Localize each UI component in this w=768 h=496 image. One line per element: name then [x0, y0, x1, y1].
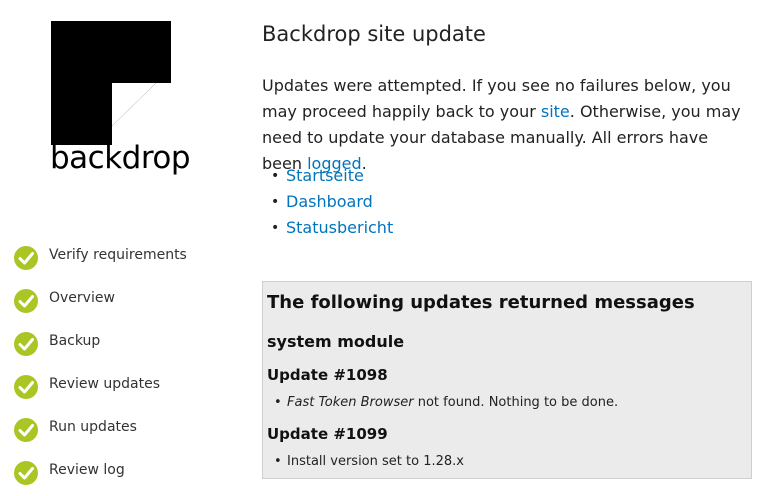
- step-label: Overview: [49, 290, 115, 306]
- update-message: Install version set to 1.28.x: [274, 454, 464, 469]
- link-item: Startseite: [262, 163, 393, 189]
- page-title: Backdrop site update: [262, 22, 486, 46]
- dashboard-link[interactable]: Dashboard: [286, 192, 373, 211]
- message-text: not found. Nothing to be done.: [413, 395, 619, 410]
- module-heading: system module: [267, 332, 405, 351]
- messages-title: The following updates returned messages: [267, 292, 695, 313]
- update-page: backdrop Verify requirements Overview Ba…: [0, 0, 768, 496]
- site-link[interactable]: site: [541, 102, 570, 121]
- logo-wordmark: backdrop: [50, 140, 191, 176]
- navigation-links: Startseite Dashboard Statusbericht: [262, 163, 393, 241]
- statusbericht-link[interactable]: Statusbericht: [286, 218, 393, 237]
- module-name: Fast Token Browser: [287, 395, 414, 410]
- check-icon: [14, 418, 38, 442]
- step-label: Run updates: [49, 419, 137, 435]
- check-icon: [14, 289, 38, 313]
- step-label: Verify requirements: [49, 247, 187, 263]
- startseite-link[interactable]: Startseite: [286, 166, 364, 185]
- check-icon: [14, 461, 38, 485]
- logo-mark: [51, 21, 171, 145]
- message-text: Install version set to 1.28.x: [287, 454, 464, 469]
- update-heading: Update #1098: [267, 366, 388, 384]
- step-label: Review log: [49, 462, 125, 478]
- check-icon: [14, 246, 38, 270]
- step-label: Backup: [49, 333, 101, 349]
- update-message: Fast Token Browser not found. Nothing to…: [274, 395, 619, 410]
- step-label: Review updates: [49, 376, 161, 392]
- update-messages-panel: The following updates returned messages …: [262, 281, 752, 479]
- link-item: Statusbericht: [262, 215, 393, 241]
- check-icon: [14, 375, 38, 399]
- link-item: Dashboard: [262, 189, 393, 215]
- update-heading: Update #1099: [267, 425, 388, 443]
- check-icon: [14, 332, 38, 356]
- intro-text: Updates were attempted. If you see no fa…: [262, 73, 752, 177]
